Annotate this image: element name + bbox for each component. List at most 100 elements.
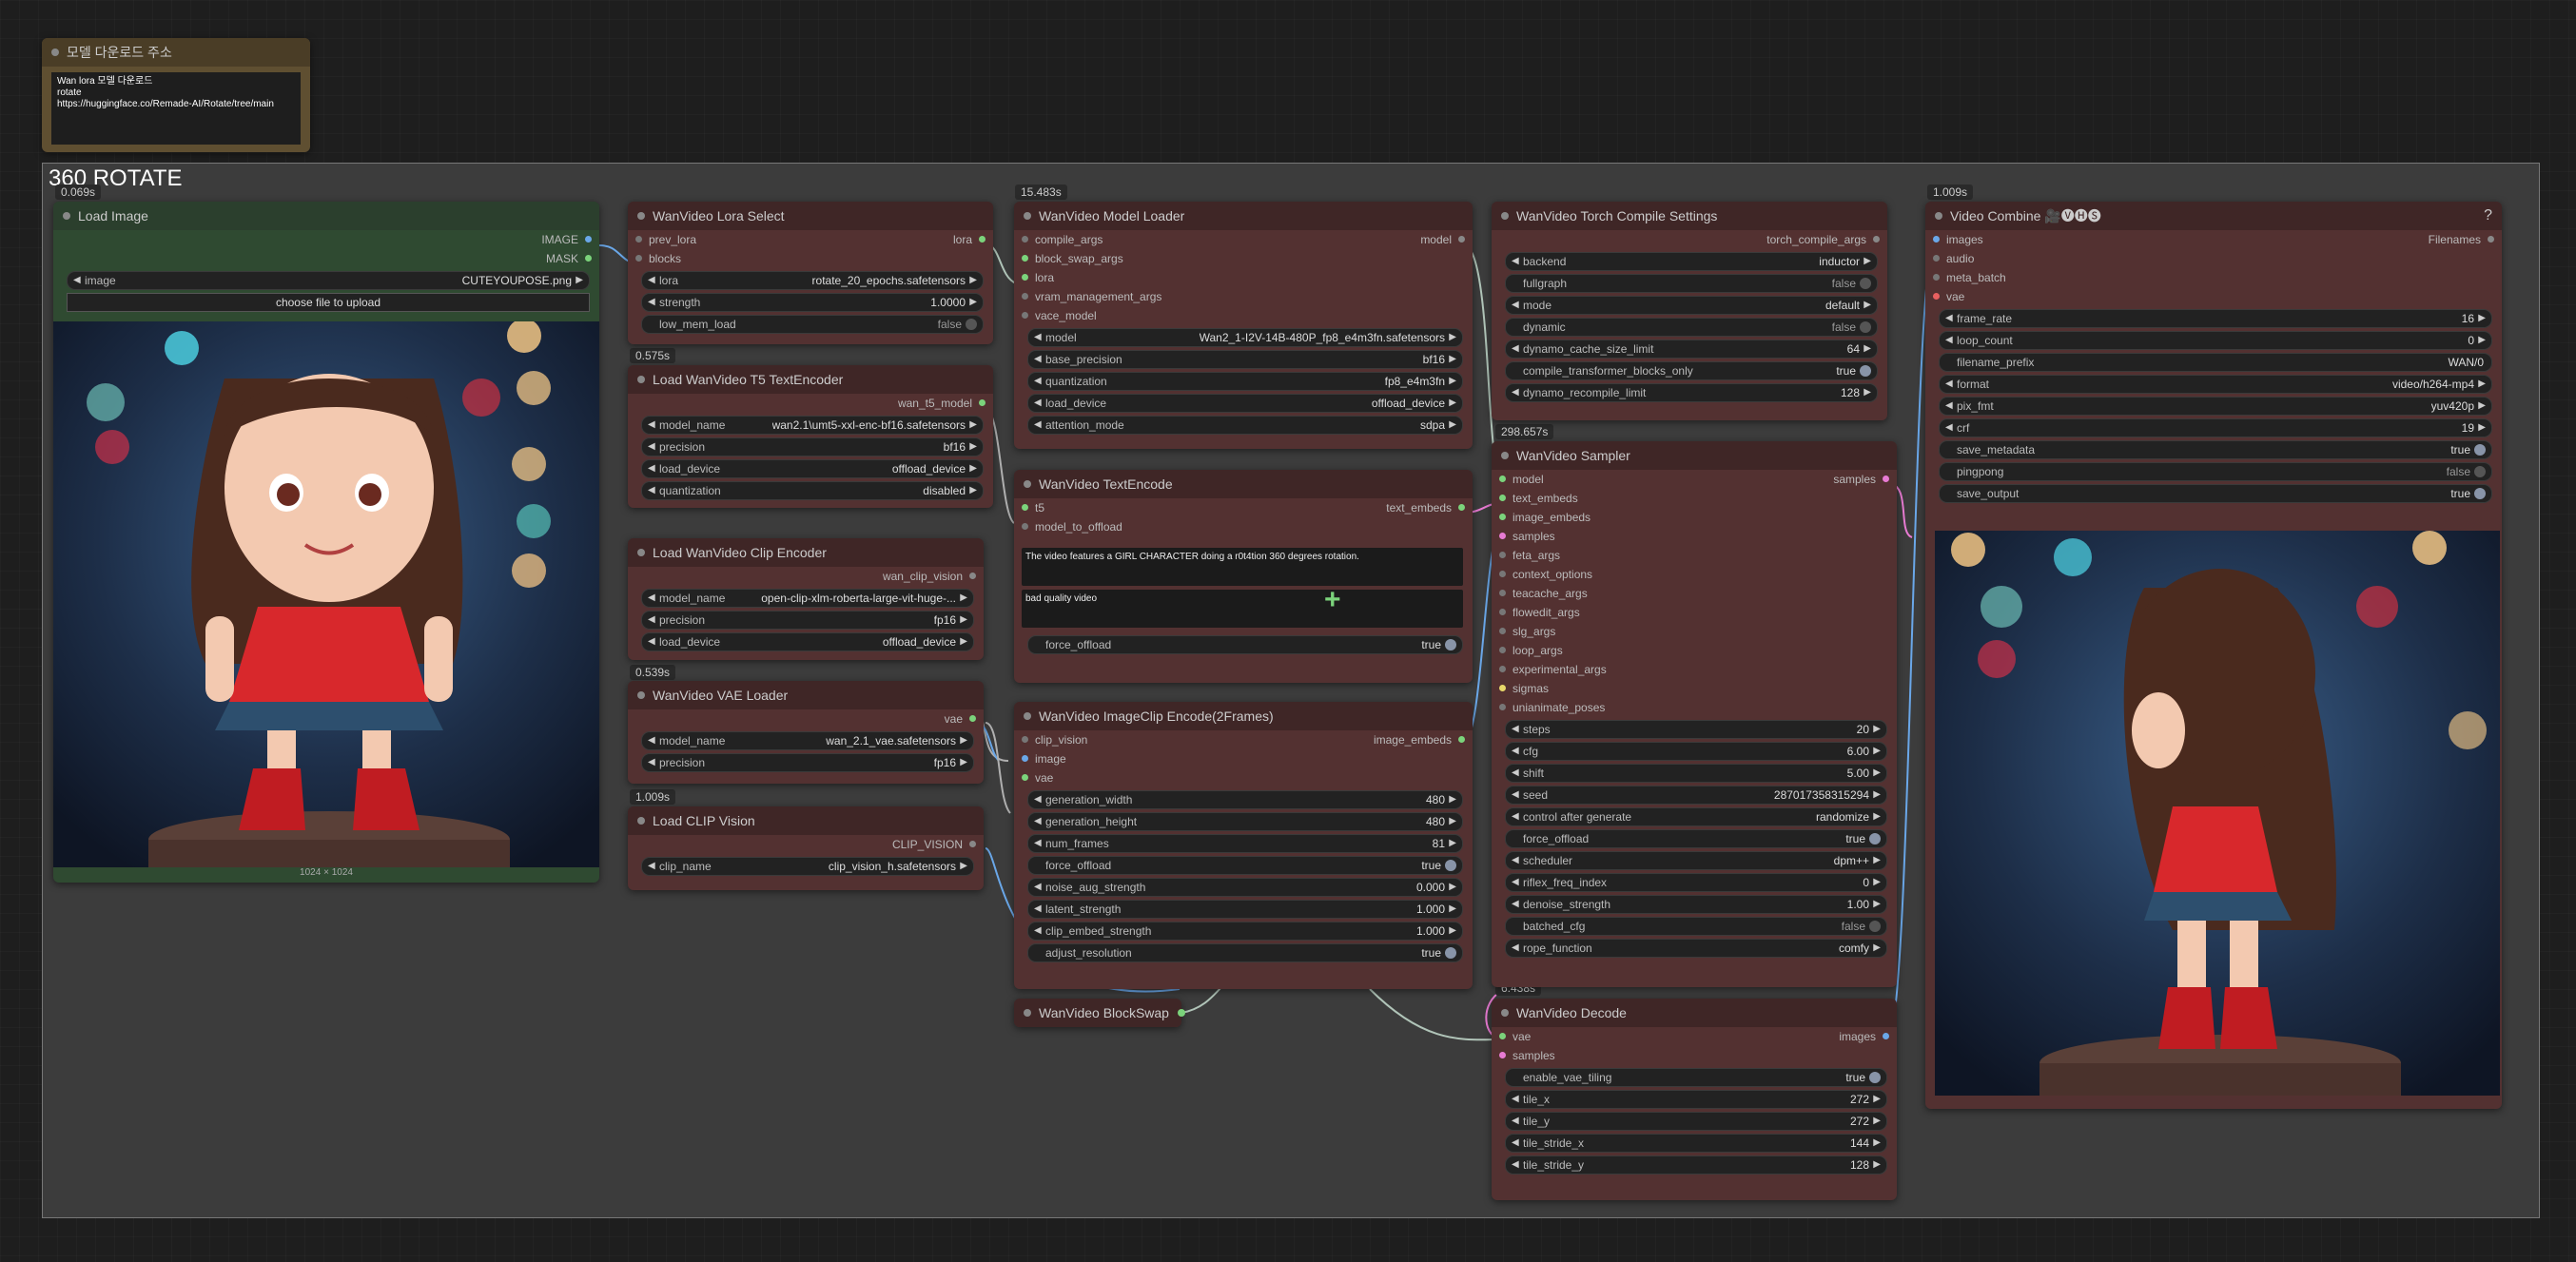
chevron-right-icon[interactable]: ▶	[1873, 1113, 1881, 1130]
input-flowedit-args[interactable]: flowedit_args	[1499, 606, 1580, 619]
chevron-left-icon[interactable]: ◀	[1034, 922, 1042, 940]
chevron-left-icon[interactable]: ◀	[1512, 1091, 1519, 1108]
chevron-left-icon[interactable]: ◀	[648, 294, 655, 311]
widget-force-offload[interactable]: force_offload true	[1027, 856, 1463, 875]
negative-prompt-input[interactable]: bad quality video	[1022, 590, 1463, 628]
input-samples[interactable]: samples	[1499, 1049, 1555, 1062]
widget-num-frames[interactable]: ◀ num_frames 81 ▶	[1027, 834, 1463, 853]
widget-load-device[interactable]: ◀ load_device offload_device ▶	[641, 632, 974, 651]
chevron-left-icon[interactable]: ◀	[1945, 310, 1953, 327]
widget-attention-mode[interactable]: ◀ attention_mode sdpa ▶	[1027, 416, 1463, 435]
widget-lora[interactable]: ◀ lora rotate_20_epochs.safetensors ▶	[641, 271, 984, 290]
chevron-right-icon[interactable]: ▶	[960, 732, 967, 749]
widget-adjust-resolution[interactable]: adjust_resolution true	[1027, 943, 1463, 962]
widget-rope-function[interactable]: ◀ rope_function comfy ▶	[1505, 939, 1887, 958]
node-vae-loader[interactable]: WanVideo VAE Loader vae ◀ model_name wan_2…	[628, 681, 984, 784]
input-text-embeds[interactable]: text_embeds	[1499, 492, 1578, 505]
chevron-left-icon[interactable]: ◀	[1945, 376, 1953, 393]
chevron-right-icon[interactable]: ▶	[960, 612, 967, 629]
widget-quantization[interactable]: ◀ quantization fp8_e4m3fn ▶	[1027, 372, 1463, 391]
chevron-right-icon[interactable]: ▶	[969, 294, 977, 311]
chevron-left-icon[interactable]: ◀	[1034, 373, 1042, 390]
chevron-left-icon[interactable]: ◀	[648, 482, 655, 499]
widget-shift[interactable]: ◀ shift 5.00 ▶	[1505, 764, 1887, 783]
widget-clip-embed-strength[interactable]: ◀ clip_embed_strength 1.000 ▶	[1027, 922, 1463, 941]
widget-tile-y[interactable]: ◀ tile_y 272 ▶	[1505, 1112, 1887, 1131]
chevron-left-icon[interactable]: ◀	[648, 460, 655, 477]
widget-dynamo-cache-size-limit[interactable]: ◀ dynamo_cache_size_limit 64 ▶	[1505, 340, 1878, 359]
node-block-swap[interactable]: WanVideo BlockSwap	[1014, 999, 1185, 1027]
toggle-dot[interactable]	[2474, 488, 2486, 499]
input-teacache-args[interactable]: teacache_args	[1499, 587, 1588, 600]
chevron-right-icon[interactable]: ▶	[576, 272, 583, 289]
widget-clip-name[interactable]: ◀ clip_name clip_vision_h.safetensors ▶	[641, 857, 974, 876]
widget-steps[interactable]: ◀ steps 20 ▶	[1505, 720, 1887, 739]
input-experimental-args[interactable]: experimental_args	[1499, 663, 1607, 676]
chevron-left-icon[interactable]: ◀	[73, 272, 81, 289]
widget-model-name[interactable]: ◀ model_name wan_2.1_vae.safetensors ▶	[641, 731, 974, 750]
positive-prompt-input[interactable]: The video features a GIRL CHARACTER doin…	[1022, 548, 1463, 586]
input-context-options[interactable]: context_options	[1498, 568, 1592, 581]
chevron-left-icon[interactable]: ◀	[648, 612, 655, 629]
widget-save-metadata[interactable]: save_metadata true	[1939, 440, 2492, 459]
chevron-right-icon[interactable]: ▶	[1873, 1091, 1881, 1108]
output-lora[interactable]: lora	[953, 233, 986, 246]
widget-precision[interactable]: ◀ precision fp16 ▶	[641, 611, 974, 630]
widget-pingpong[interactable]: pingpong false	[1939, 462, 2492, 481]
widget-force-offload[interactable]: force_offload true	[1027, 635, 1463, 654]
chevron-right-icon[interactable]: ▶	[1449, 879, 1456, 896]
input-vace-model[interactable]: vace_model	[1022, 309, 1097, 322]
toggle-dot[interactable]	[966, 319, 977, 330]
widget-enable-vae-tiling[interactable]: enable_vae_tiling true	[1505, 1068, 1887, 1087]
chevron-left-icon[interactable]: ◀	[1945, 332, 1953, 349]
input-block-swap-args[interactable]: block_swap_args	[1022, 252, 1123, 265]
toggle-dot[interactable]	[2474, 466, 2486, 477]
toggle-dot[interactable]	[1869, 921, 1881, 932]
chevron-right-icon[interactable]: ▶	[1449, 395, 1456, 412]
output-mask[interactable]: MASK	[546, 252, 593, 265]
output-dot[interactable]	[1178, 1009, 1185, 1017]
widget-pix-fmt[interactable]: ◀ pix_fmt yuv420p ▶	[1939, 397, 2492, 416]
image-select-widget[interactable]: ◀ image CUTEYOUPOSE.png ▶	[67, 271, 590, 290]
chevron-left-icon[interactable]: ◀	[648, 754, 655, 771]
chevron-left-icon[interactable]: ◀	[1034, 791, 1042, 808]
chevron-right-icon[interactable]: ▶	[1864, 340, 1871, 358]
chevron-left-icon[interactable]: ◀	[1034, 329, 1042, 346]
chevron-left-icon[interactable]: ◀	[1034, 901, 1042, 918]
chevron-left-icon[interactable]: ◀	[1512, 1156, 1519, 1174]
widget-cfg[interactable]: ◀ cfg 6.00 ▶	[1505, 742, 1887, 761]
output-images[interactable]: images	[1839, 1030, 1889, 1043]
output-samples[interactable]: samples	[1833, 473, 1889, 486]
chevron-left-icon[interactable]: ◀	[1512, 808, 1519, 825]
chevron-right-icon[interactable]: ▶	[1873, 1135, 1881, 1152]
widget-noise-aug-strength[interactable]: ◀ noise_aug_strength 0.000 ▶	[1027, 878, 1463, 897]
widget-scheduler[interactable]: ◀ scheduler dpm++ ▶	[1505, 851, 1887, 870]
node-clip-encoder[interactable]: Load WanVideo Clip Encoder wan_clip_visi…	[628, 538, 984, 660]
toggle-dot[interactable]	[1860, 365, 1871, 377]
widget-mode[interactable]: ◀ mode default ▶	[1505, 296, 1878, 315]
chevron-left-icon[interactable]: ◀	[1512, 940, 1519, 957]
chevron-right-icon[interactable]: ▶	[1449, 373, 1456, 390]
widget-format[interactable]: ◀ format video/h264-mp4 ▶	[1939, 375, 2492, 394]
widget-quantization[interactable]: ◀ quantization disabled ▶	[641, 481, 984, 500]
chevron-right-icon[interactable]: ▶	[960, 858, 967, 875]
toggle-dot[interactable]	[1869, 833, 1881, 845]
output-model[interactable]: model	[1420, 233, 1465, 246]
widget-backend[interactable]: ◀ backend inductor ▶	[1505, 252, 1878, 271]
toggle-dot[interactable]	[2474, 444, 2486, 456]
input-model-to-offload[interactable]: model_to_offload	[1022, 520, 1122, 534]
chevron-left-icon[interactable]: ◀	[1512, 384, 1519, 401]
input-vram-management-args[interactable]: vram_management_args	[1021, 290, 1161, 303]
widget-compile-transformer-blocks-only[interactable]: compile_transformer_blocks_only true	[1505, 361, 1878, 380]
chevron-left-icon[interactable]: ◀	[1512, 297, 1519, 314]
chevron-right-icon[interactable]: ▶	[1873, 896, 1881, 913]
input-lora[interactable]: lora	[1021, 271, 1054, 284]
chevron-right-icon[interactable]: ▶	[1864, 253, 1871, 270]
node-lora-select[interactable]: WanVideo Lora Select prev_lora lora block…	[628, 202, 993, 344]
input-sigmas[interactable]: sigmas	[1498, 682, 1549, 695]
chevron-right-icon[interactable]: ▶	[960, 754, 967, 771]
widget-control-after-generate[interactable]: ◀ control after generate randomize ▶	[1505, 807, 1887, 826]
toggle-dot[interactable]	[1445, 860, 1456, 871]
widget-model-name[interactable]: ◀ model_name wan2.1\umt5-xxl-enc-bf16.safe…	[641, 416, 984, 435]
chevron-right-icon[interactable]: ▶	[1449, 329, 1456, 346]
